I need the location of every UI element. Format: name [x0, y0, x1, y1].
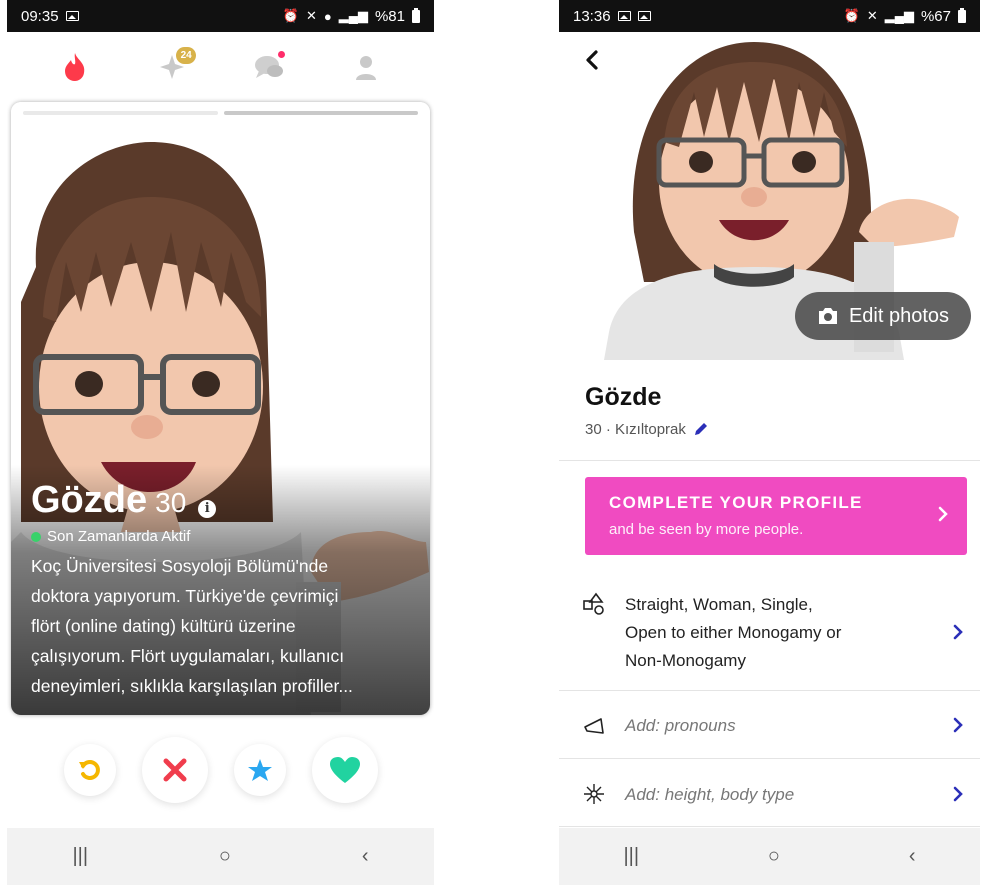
camera-icon — [818, 308, 837, 324]
location-icon: ● — [323, 8, 332, 24]
bio-line: çalışıyorum. Flört uygulamaları, kullanı… — [31, 646, 345, 666]
complete-profile-banner[interactable]: COMPLETE YOUR PROFILE and be seen by mor… — [585, 477, 967, 555]
card-info: Gözde 30 i Son Zamanlarda Aktif Koç Üniv… — [31, 479, 416, 701]
identity-line: Straight, Woman, Single, — [625, 595, 813, 614]
signal-icon: ▂▄▆ — [884, 8, 914, 23]
sparkle-icon — [581, 781, 607, 807]
battery-percent: %81 — [374, 7, 405, 25]
image-notification-icon — [617, 11, 631, 21]
alarm-icon: ⏰ — [843, 8, 860, 23]
shapes-icon — [581, 591, 607, 617]
alarm-icon: ⏰ — [282, 8, 299, 23]
rewind-icon — [78, 760, 100, 780]
bio-line: Koç Üniversitesi Sosyoloji Bölümü'nde — [31, 556, 329, 576]
star-icon — [247, 759, 272, 781]
profile-name: Gözde — [585, 383, 662, 411]
home-icon[interactable]: ○ — [219, 845, 231, 868]
unread-dot — [276, 50, 286, 59]
info-icon[interactable]: i — [198, 499, 217, 518]
person-icon — [355, 56, 376, 80]
identity-line: Open to either Monogamy or — [625, 623, 842, 642]
bio-line: doktora yapıyorum. Türkiye'de çevrimiçi — [31, 586, 339, 606]
online-dot — [31, 531, 41, 542]
likes-badge: 24 — [176, 47, 197, 64]
mute-icon: ✕ — [866, 8, 878, 23]
status-time: 09:35 — [21, 7, 59, 25]
status-bar: 09:35 ⏰ ✕ ● ▂▄▆ %81 — [7, 0, 434, 32]
back-button[interactable] — [581, 48, 605, 72]
profile-screen: 13:36 ⏰ ✕ ▂▄▆ %67 Edit photos Gözde 30 ·… — [559, 0, 980, 885]
divider — [559, 826, 980, 827]
profile-card[interactable]: Gözde 30 i Son Zamanlarda Aktif Koç Üniv… — [11, 102, 430, 715]
card-age: 30 — [155, 487, 187, 518]
edit-photos-button[interactable]: Edit photos — [795, 292, 971, 340]
card-bio: Koç Üniversitesi Sosyoloji Bölümü'nde do… — [31, 551, 416, 701]
image-notification-icon — [65, 11, 79, 21]
flame-icon — [65, 53, 85, 81]
like-button[interactable] — [311, 737, 378, 803]
pronouns-row[interactable]: Add: pronouns — [581, 712, 966, 740]
flame-tab[interactable] — [55, 47, 95, 87]
recent-apps-icon[interactable]: ||| — [72, 845, 88, 868]
age-location: 30 · Kızıltoprak — [585, 420, 686, 438]
height-body-row[interactable]: Add: height, body type — [581, 781, 966, 809]
divider — [559, 758, 980, 759]
chevron-right-icon — [950, 717, 966, 733]
active-status-label: Son Zamanlarda Aktif — [47, 528, 191, 545]
card-name: Gözde — [31, 479, 148, 521]
photo-indicator-2 — [223, 111, 418, 115]
super-like-button[interactable] — [233, 744, 286, 796]
top-nav: 24 — [7, 32, 434, 102]
cta-subtitle: and be seen by more people. — [609, 521, 804, 538]
recent-apps-icon[interactable]: ||| — [623, 845, 639, 868]
gallery-notification-icon — [637, 11, 651, 21]
status-time: 13:36 — [573, 7, 611, 25]
swipe-screen: 09:35 ⏰ ✕ ● ▂▄▆ %81 24 Gözde 30 i Son Za… — [7, 0, 434, 885]
photo-progress — [23, 111, 418, 115]
battery-icon — [412, 7, 420, 23]
bio-line: flört (online dating) kültürü üzerine — [31, 616, 296, 636]
chevron-right-icon — [950, 786, 966, 802]
mute-icon: ✕ — [305, 8, 317, 23]
battery-percent: %67 — [920, 7, 951, 25]
heart-icon — [329, 757, 360, 783]
signal-icon: ▂▄▆ — [338, 8, 368, 23]
pencil-icon[interactable] — [692, 420, 710, 438]
bio-line: deneyimleri, sıklıkla karşılaşılan profi… — [31, 676, 353, 696]
height-body-text: Add: height, body type — [625, 785, 795, 804]
profile-subtitle: 30 · Kızıltoprak — [585, 420, 710, 438]
close-icon — [163, 758, 186, 782]
identity-row[interactable]: Straight, Woman, Single, Open to either … — [581, 591, 966, 675]
back-icon[interactable]: ‹ — [362, 845, 369, 868]
pronouns-text: Add: pronouns — [625, 716, 736, 735]
edit-photos-label: Edit photos — [848, 304, 950, 327]
messages-tab[interactable] — [249, 47, 289, 87]
rewind-button[interactable] — [63, 744, 116, 796]
identity-line: Non-Monogamy — [625, 651, 746, 670]
status-bar: 13:36 ⏰ ✕ ▂▄▆ %67 — [559, 0, 980, 32]
likes-tab[interactable]: 24 — [152, 47, 197, 87]
chevron-right-icon — [950, 624, 966, 640]
back-icon[interactable]: ‹ — [909, 845, 916, 868]
battery-icon — [958, 7, 966, 23]
megaphone-icon — [581, 712, 607, 738]
cta-title: COMPLETE YOUR PROFILE — [609, 493, 863, 512]
chevron-right-icon — [938, 506, 948, 522]
photo-indicator-1 — [23, 111, 218, 115]
identity-text: Straight, Woman, Single, Open to either … — [625, 591, 950, 675]
android-nav-bar: ||| ○ ‹ — [559, 828, 980, 885]
android-nav-bar: ||| ○ ‹ — [7, 828, 434, 885]
profile-tab[interactable] — [346, 47, 386, 87]
home-icon[interactable]: ○ — [768, 845, 780, 868]
active-status: Son Zamanlarda Aktif — [31, 528, 416, 545]
swipe-actions — [7, 737, 434, 803]
nope-button[interactable] — [141, 737, 208, 803]
chevron-left-icon — [586, 50, 598, 70]
divider — [559, 690, 980, 691]
divider — [559, 460, 980, 461]
